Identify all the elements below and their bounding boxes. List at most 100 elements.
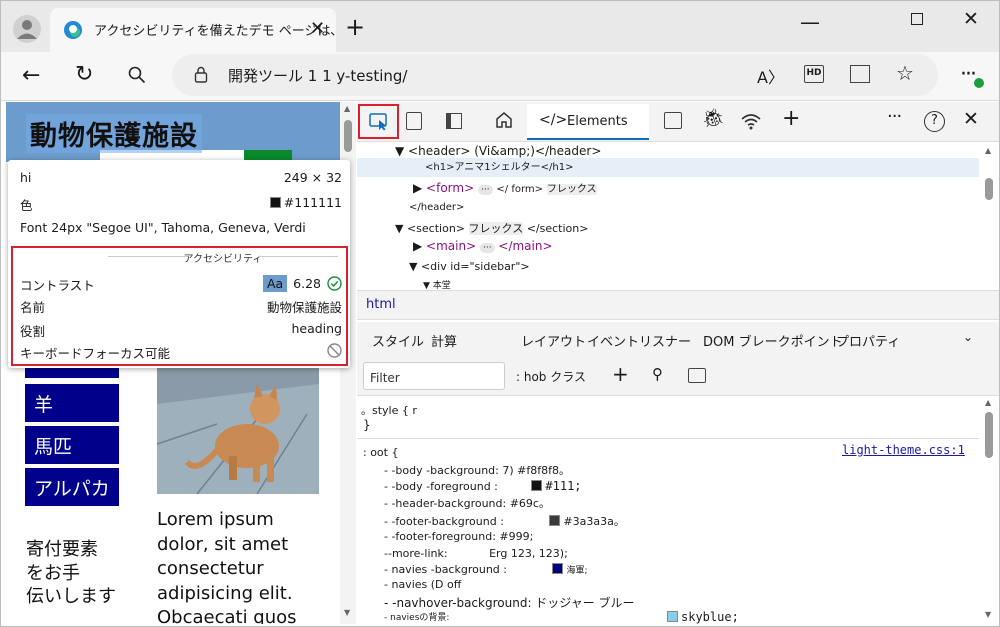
css-declaration[interactable]: - -body -background: 7) #f8f8f8。 [384,462,570,478]
bug-icon[interactable]: 🐞︎ [702,108,725,129]
favorite-star-icon[interactable]: ☆ [896,61,914,85]
dom-node-sidebar[interactable]: ▼ <div id="sidebar"> [409,260,530,273]
inspect-button[interactable] [358,104,399,139]
address-bar[interactable]: 開発ツール 1 1 y-testing/ A〉 HD ☆ [172,54,938,96]
sidebar-note-line: 伝いします [26,586,116,607]
stylesheet-link[interactable]: light-theme.css:1 [842,443,965,457]
color-format-icon[interactable]: ⚲ [652,365,663,383]
new-style-rule-icon[interactable]: + [612,362,629,386]
scroll-down-icon[interactable]: ▼ [985,610,991,619]
lock-icon[interactable] [194,66,208,83]
read-aloud-icon[interactable]: A〉 [757,64,784,88]
dock-side-icon[interactable] [446,113,462,129]
color-swatch[interactable] [531,480,543,491]
dom-text: <form> [426,181,475,195]
hd-icon[interactable]: HD [804,65,824,83]
more-menu-icon[interactable]: ··· [960,62,977,87]
devtools-close-icon[interactable]: ✕ [963,108,979,130]
lorem-line: Lorem ipsum [157,509,274,530]
flex-badge[interactable]: フレックス [468,222,524,235]
dom-scroll-thumb[interactable] [985,178,993,200]
tab-properties[interactable]: プロパティ [836,331,900,350]
css-declaration[interactable]: - -navhover-background: ドッジャー ブルー [384,594,635,611]
dom-scrollbar[interactable]: ▲ [979,142,1000,290]
inspect-cursor-icon [369,113,389,131]
refresh-icon[interactable]: ↻ [75,62,93,87]
css-declaration[interactable]: - naviesの背景: [384,610,449,623]
css-value: skyblue; [681,610,739,624]
ellipsis-badge[interactable]: ··· [477,185,493,195]
breadcrumb-html[interactable]: html [366,297,396,312]
css-prop: - naviesの背景: [384,613,450,623]
color-swatch[interactable] [549,515,561,526]
css-declaration[interactable]: - -header-background: #69c。 [384,495,550,511]
device-emulation-icon[interactable] [406,112,422,130]
root-selector[interactable]: : oot { [363,446,398,459]
back-icon[interactable]: ← [22,63,40,88]
tab-styles[interactable]: スタイル [372,331,424,350]
color-swatch[interactable] [667,611,678,622]
css-prop: --more-link: [384,547,448,560]
tab-dom-breakpoints[interactable]: DOM ブレークポイント [703,331,843,350]
new-tab-icon[interactable]: + [345,13,365,41]
css-declaration[interactable]: - -footer-foreground: #999; [384,530,533,543]
nav-item-horses[interactable]: 馬匹 [25,426,119,464]
hov-cls-toggle[interactable]: : hob クラス [516,368,586,385]
nav-item-sheep[interactable]: 羊 [25,384,119,422]
nav-item-alpacas[interactable]: アルパカ [25,468,119,506]
profile-icon[interactable] [12,14,42,44]
css-declaration[interactable]: - navies (D off [384,578,461,591]
dom-node-main[interactable]: ▶ <main> ··· </main> [413,239,553,253]
computed-sidebar-icon[interactable] [688,368,706,383]
scroll-up-icon[interactable]: ▲ [985,146,991,155]
css-declaration[interactable]: - navies -background : 海軍; [384,563,588,576]
scroll-up-icon[interactable]: ▲ [985,398,991,407]
tab-event-listeners[interactable]: イベントリスナー [587,331,691,350]
scroll-down-icon[interactable]: ▼ [344,608,350,617]
lorem-line: adipisicing elit. [157,582,293,604]
dom-node-section[interactable]: ▼ <section> フレックス </section> [395,220,588,236]
page-scroll-thumb[interactable] [344,120,352,152]
dom-node-header-close[interactable]: </header> [409,202,464,213]
css-declaration-value[interactable]: skyblue; [667,610,739,624]
accessibility-highlight-box [11,246,348,366]
filter-input[interactable]: Filter [363,362,505,390]
url-text[interactable]: 開発ツール 1 1 y-testing/ [228,65,407,86]
dom-node-h1-selected[interactable]: <h1>アニマ1シェルター</h1> [357,158,979,177]
dom-text: </header> [409,202,465,213]
window-close-icon[interactable]: ✕ [963,8,979,30]
devtools-more-icon[interactable]: ··· [887,106,902,127]
flex-badge[interactable]: フレックス [546,184,597,195]
network-wifi-icon[interactable] [740,112,762,130]
lorem-text: Lorem ipsum dolor, sit amet consectetur … [157,508,337,624]
tab-elements[interactable]: </> Elements [527,104,649,140]
close-tab-icon[interactable]: ✕ [310,18,325,39]
ellipsis-badge[interactable]: ··· [479,243,495,253]
maximize-icon[interactable] [911,13,923,25]
styles-scrollbar[interactable]: ▲ ▼ [979,396,1000,624]
tab-layout[interactable]: レイアウト [521,331,586,350]
styles-scroll-thumb[interactable] [985,412,993,458]
tab-title: アクセシビリティを備えたデモ ページは､ [94,24,337,39]
console-icon[interactable] [664,112,682,129]
css-declaration[interactable]: - -body -foreground : #111; [384,479,582,493]
css-declaration[interactable]: - -footer-background : #3a3a3a。 [384,513,625,529]
help-icon[interactable]: ? [924,111,945,132]
search-icon[interactable] [128,66,146,84]
scroll-up-icon[interactable]: ▲ [344,104,350,113]
chevron-down-icon[interactable]: ⌄ [963,330,973,344]
minimize-icon[interactable]: — [800,10,820,34]
dom-node-header[interactable]: ▼ <header> (Vi&amp;)</header> [395,144,601,158]
browser-tab[interactable]: アクセシビリティを備えたデモ ページは､ ✕ [50,8,337,52]
tab-computed[interactable]: 計算 [431,331,457,350]
code-icon: </> [539,112,568,128]
immersive-reader-icon[interactable] [850,65,870,83]
color-swatch[interactable] [552,563,564,574]
css-declaration[interactable]: --more-link: Erg 123, 123); [384,547,568,560]
element-style-open[interactable]: 。style { r [361,402,417,418]
css-value: #111; [545,479,582,493]
dom-node-form[interactable]: ▶ <form> ··· </ form> フレックス [413,180,597,195]
add-tool-icon[interactable]: + [782,106,800,131]
home-icon[interactable] [494,110,514,130]
elements-tab-label: Elements [567,114,628,129]
